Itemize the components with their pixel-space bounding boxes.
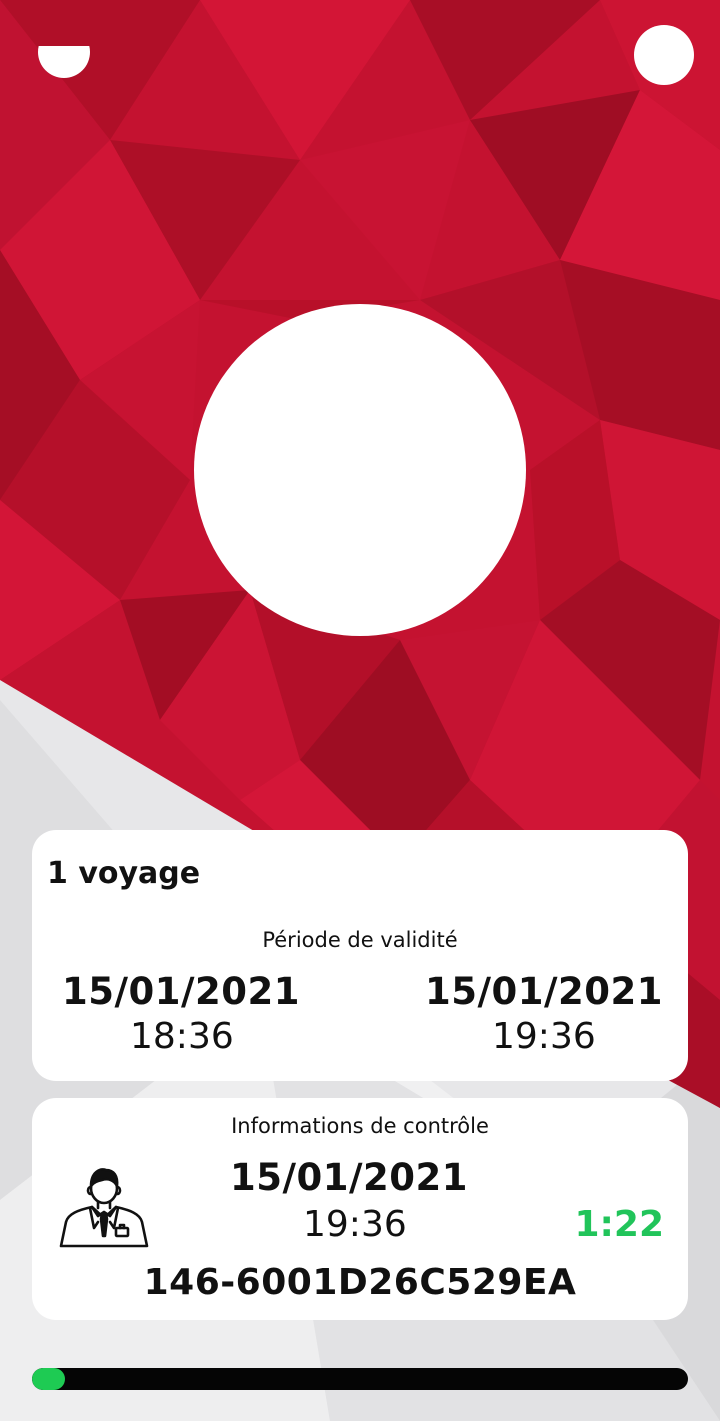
- controller-icon: [59, 1168, 149, 1248]
- validity-progress-bar: [32, 1368, 688, 1390]
- validity-end-time: 19:36: [492, 1016, 596, 1057]
- profile-button[interactable]: [634, 25, 694, 85]
- logo-circle: [194, 304, 526, 636]
- validity-start-date: 15/01/2021: [62, 970, 300, 1013]
- countdown-timer: 1:22: [574, 1204, 664, 1245]
- validity-progress-fill: [32, 1368, 65, 1390]
- validity-period-title: Période de validité: [262, 928, 458, 952]
- ticket-code: 146-6001D26C529EA: [143, 1262, 577, 1303]
- control-info-card: Informations de contrôle 15/01/2021 19:3…: [32, 1098, 688, 1320]
- validity-start-time: 18:36: [130, 1016, 234, 1057]
- validity-end-date: 15/01/2021: [425, 970, 663, 1013]
- ticket-type: 1 voyage: [47, 856, 201, 891]
- control-time: 19:36: [303, 1204, 407, 1245]
- control-info-title: Informations de contrôle: [231, 1114, 489, 1138]
- control-date: 15/01/2021: [230, 1156, 468, 1199]
- validity-card: 1 voyage Période de validité 15/01/2021 …: [32, 830, 688, 1081]
